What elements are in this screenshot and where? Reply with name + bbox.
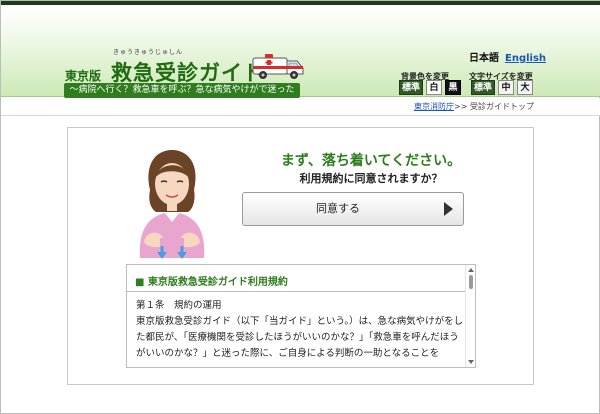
bg-white-button[interactable]: 白 [426, 80, 442, 95]
page-frame: きゅうきゅうじゅしん 東京版 救急受診ガイド 〜病院へ行く？救急車を呼ぶ？急な病… [0, 0, 600, 414]
breadcrumb-separator: >> [454, 102, 468, 111]
calm-down-headline: まず、落ち着いてください。 [280, 153, 462, 169]
scroll-thumb[interactable] [469, 275, 473, 289]
terms-heading: ■ 東京版救急受診ガイド利用規約 [135, 277, 288, 288]
size-standard-button[interactable]: 標準 [471, 80, 495, 95]
language-switcher: 日本語 English [469, 49, 546, 64]
bg-black-button[interactable]: 黒 [445, 80, 461, 95]
breadcrumb-trail: 東京消防庁>> 受診ガイドトップ [414, 101, 534, 112]
woman-calming-illustration [139, 150, 205, 259]
size-large-button[interactable]: 大 [517, 80, 533, 95]
terms-scrollbar[interactable] [465, 265, 475, 367]
terms-divider [127, 291, 467, 292]
bg-standard-button[interactable]: 標準 [399, 80, 423, 95]
agree-button-label: 同意する [316, 202, 360, 215]
breadcrumb: 東京消防庁>> 受診ガイドトップ [1, 98, 600, 116]
lang-japanese[interactable]: 日本語 [469, 53, 499, 64]
scroll-down-arrow-icon[interactable] [468, 360, 474, 364]
terms-box[interactable]: ■ 東京版救急受診ガイド利用規約 第１条 規約の運用 東京版救急受診ガイド（以下… [126, 264, 476, 368]
tagline: 〜病院へ行く？救急車を呼ぶ？急な病気やけがで迷ったら〜 [64, 83, 300, 110]
scroll-up-arrow-icon[interactable] [468, 268, 474, 272]
lang-english-link[interactable]: English [505, 53, 546, 64]
terms-article-title: 第１条 規約の運用 [136, 300, 222, 311]
logo-region-label: 東京版 [65, 69, 102, 83]
terms-article-text: 東京版救急受診ガイド（以下「当ガイド」という。）は、急な病気やけがをした都民が、… [136, 316, 464, 359]
size-medium-button[interactable]: 中 [498, 80, 514, 95]
breadcrumb-link-tfd[interactable]: 東京消防庁 [414, 102, 454, 111]
ambulance-icon [252, 54, 304, 79]
terms-body: 第１条 規約の運用 東京版救急受診ガイド（以下「当ガイド」という。）は、急な病気… [136, 298, 466, 362]
logo-ruby: きゅうきゅうじゅしん [113, 49, 184, 56]
breadcrumb-current: 受診ガイドトップ [470, 102, 534, 111]
agreement-question: 利用規約に同意されますか？ [299, 172, 443, 185]
site-header: きゅうきゅうじゅしん 東京版 救急受診ガイド 〜病院へ行く？救急車を呼ぶ？急な病… [1, 5, 600, 110]
agree-button[interactable]: 同意する [242, 192, 464, 226]
main-panel: まず、落ち着いてください。 利用規約に同意されますか？ 同意する ■ 東京版救急… [67, 127, 534, 385]
play-arrow-icon [444, 202, 453, 216]
